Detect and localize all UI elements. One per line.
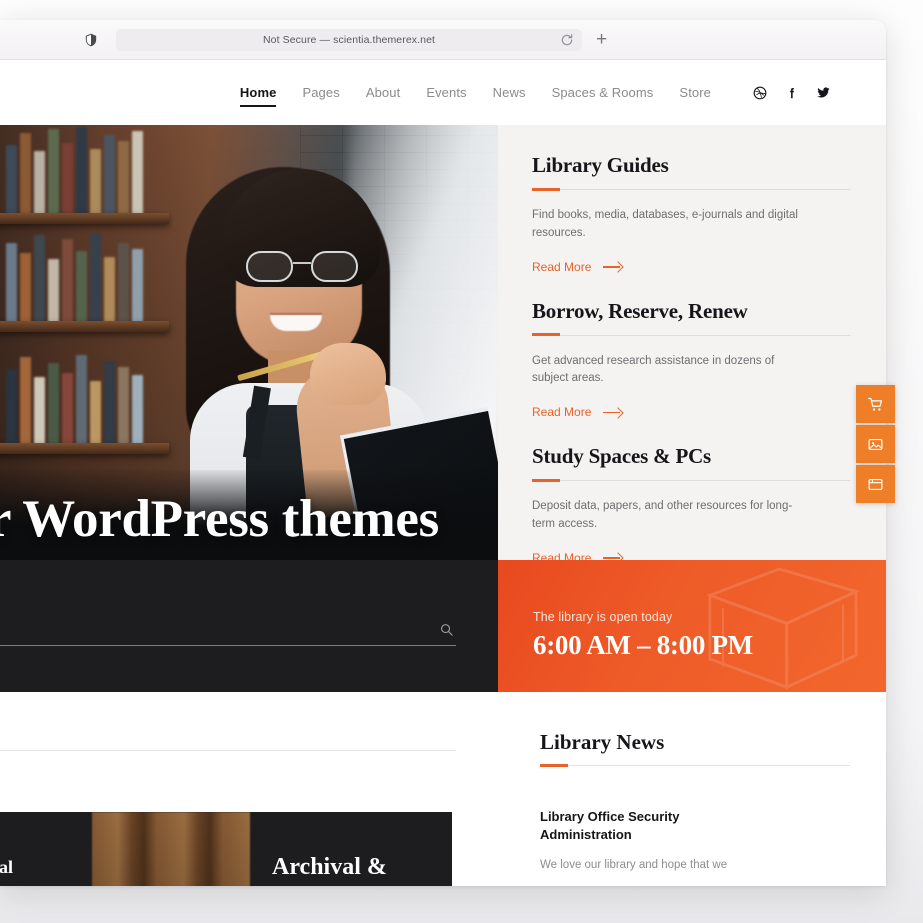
nav-item-news[interactable]: News	[480, 85, 539, 100]
library-news-column: Library News Library Office Security Adm…	[498, 692, 886, 886]
search-section	[0, 560, 498, 692]
lower-left-column: Special Archival &	[0, 692, 498, 886]
browser-toolbar: Not Secure — scientia.themerex.net +	[0, 20, 886, 60]
service-description: Find books, media, databases, e-journals…	[532, 209, 798, 239]
page-viewport: Home Pages About Events News Spaces & Ro…	[0, 60, 886, 886]
arrow-right-icon	[603, 408, 623, 416]
shelf-board-3	[0, 443, 169, 454]
search-field[interactable]	[0, 620, 456, 646]
reload-icon[interactable]	[560, 33, 574, 47]
service-card-borrow-reserve-renew: Borrow, Reserve, Renew Get advanced rese…	[532, 299, 850, 440]
cart-icon[interactable]	[856, 385, 895, 423]
opening-hours-content: The library is open today 6:00 AM – 8:00…	[533, 610, 753, 661]
smile	[270, 315, 322, 331]
bookshelf-books-low	[0, 353, 168, 445]
nav-item-events[interactable]: Events	[413, 85, 479, 100]
promo-right-text: Archival &	[272, 853, 387, 880]
opening-hours-panel: The library is open today 6:00 AM – 8:00…	[498, 560, 886, 692]
service-description: Get advanced research assistance in doze…	[532, 354, 775, 385]
browser-window: Not Secure — scientia.themerex.net + Hom…	[0, 20, 886, 886]
bookshelf-books-top	[0, 125, 168, 217]
glasses	[246, 251, 358, 283]
service-divider	[532, 478, 850, 482]
site-header: Home Pages About Events News Spaces & Ro…	[0, 60, 886, 125]
search-input[interactable]	[0, 620, 456, 645]
read-more-label: Read More	[532, 405, 592, 420]
service-card-library-guides: Library Guides Find books, media, databa…	[532, 153, 850, 294]
opening-hours-label: The library is open today	[533, 610, 673, 624]
read-more-label: Read More	[532, 259, 592, 274]
promo-image	[92, 812, 250, 886]
nav-item-store[interactable]: Store	[666, 85, 724, 100]
main-navigation: Home Pages About Events News Spaces & Ro…	[227, 85, 724, 107]
dribbble-icon[interactable]	[752, 85, 767, 100]
hand	[310, 343, 386, 405]
search-hours-row: The library is open today 6:00 AM – 8:00…	[0, 560, 886, 692]
shield-privacy-icon[interactable]	[78, 29, 104, 51]
hero-title: r WordPress themes	[0, 490, 439, 548]
shelf-board-2	[0, 321, 169, 332]
service-title: Borrow, Reserve, Renew	[532, 298, 748, 323]
library-news-divider	[540, 763, 850, 767]
opening-hours-value: 6:00 AM – 8:00 PM	[533, 630, 753, 660]
twitter-icon[interactable]	[816, 85, 831, 100]
service-divider	[532, 187, 850, 191]
promo-card[interactable]: Special Archival &	[0, 812, 452, 886]
address-bar[interactable]: Not Secure — scientia.themerex.net	[116, 28, 582, 51]
floating-side-dock	[856, 385, 895, 503]
url-text: Not Secure — scientia.themerex.net	[262, 33, 436, 46]
social-links	[752, 85, 831, 100]
gallery-icon[interactable]	[856, 425, 895, 463]
services-panel: Library Guides Find books, media, databa…	[498, 125, 886, 565]
nav-item-home[interactable]: Home	[227, 85, 290, 107]
promo-left-text: Special	[0, 856, 14, 877]
news-list-item: Library Office Security Administration W…	[540, 808, 850, 874]
hero-row: r WordPress themes Library Guides Find b…	[0, 125, 886, 565]
facebook-icon[interactable]	[784, 85, 799, 100]
arrow-right-icon	[603, 263, 623, 271]
bookshelf-books-mid	[0, 231, 168, 323]
news-excerpt: We love our library and hope that we	[540, 859, 728, 872]
nav-item-pages[interactable]: Pages	[289, 85, 352, 100]
window-icon[interactable]	[856, 465, 895, 503]
shelf-board-1	[0, 213, 169, 224]
service-divider	[532, 333, 850, 337]
service-title: Study Spaces & PCs	[532, 444, 712, 469]
screen: Not Secure — scientia.themerex.net + Hom…	[0, 0, 923, 923]
hero-image: r WordPress themes	[0, 125, 498, 560]
nav-item-about[interactable]: About	[353, 85, 413, 100]
nav-item-spaces-rooms[interactable]: Spaces & Rooms	[539, 85, 667, 100]
service-description: Deposit data, papers, and other resource…	[532, 500, 793, 531]
read-more-link-borrow-reserve-renew[interactable]: Read More	[532, 405, 623, 419]
library-news-title: Library News	[540, 730, 665, 754]
read-more-link-library-guides[interactable]: Read More	[532, 260, 623, 274]
service-title: Library Guides	[532, 153, 669, 177]
new-tab-button[interactable]: +	[596, 30, 607, 49]
lower-section: Special Archival & Library News Library …	[0, 692, 886, 886]
search-icon[interactable]	[439, 622, 454, 637]
news-headline[interactable]: Library Office Security Administration	[540, 808, 740, 843]
section-divider	[0, 750, 456, 751]
